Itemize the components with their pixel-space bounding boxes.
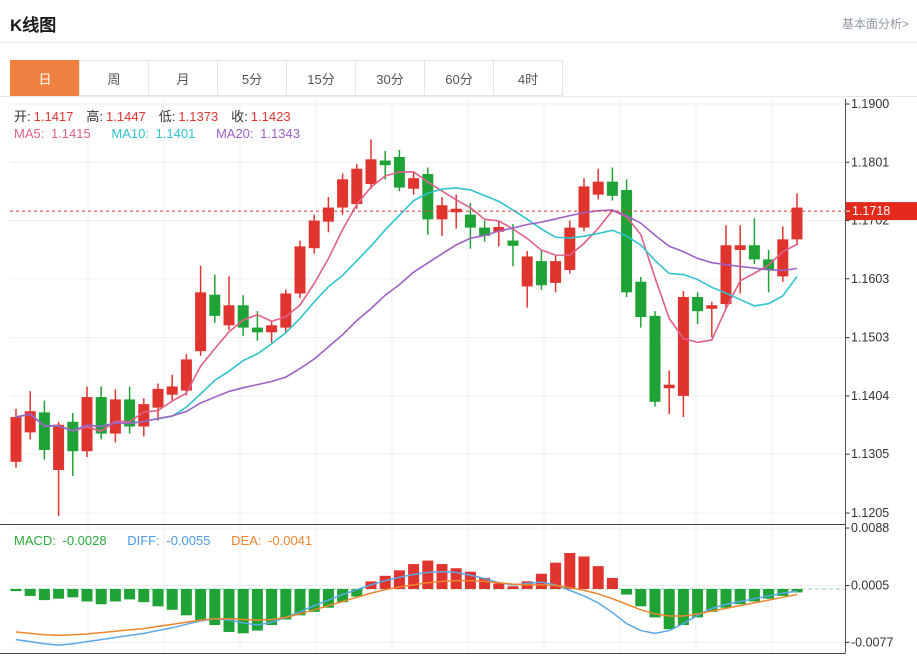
candle-body <box>408 178 419 189</box>
macd-bar <box>224 589 235 632</box>
macd-bar <box>39 589 50 600</box>
tab-5分[interactable]: 5分 <box>217 60 287 96</box>
macd-bar <box>195 589 206 620</box>
macd-tick-label: -0.0077 <box>851 635 893 649</box>
candle-body <box>53 425 64 470</box>
candle-body <box>465 215 476 228</box>
candle-body <box>621 190 632 292</box>
macd-bar <box>493 583 504 589</box>
macd-bar <box>564 553 575 589</box>
price-tick-label: 1.1603 <box>851 272 889 286</box>
macd-bar <box>110 589 121 601</box>
macd-bar <box>621 589 632 595</box>
candle-body <box>167 386 178 394</box>
macd-bar <box>181 589 192 615</box>
candle-body <box>593 182 604 195</box>
chart-area[interactable]: 1.19001.18011.17021.16031.15031.14041.13… <box>0 97 917 657</box>
candle-body <box>706 305 717 309</box>
macd-bar <box>124 589 135 599</box>
macd-bar <box>67 589 78 597</box>
candle-body <box>224 305 235 325</box>
macd-bar <box>96 589 107 604</box>
page-title: K线图 <box>10 11 56 36</box>
price-tick-label: 1.1305 <box>851 447 889 461</box>
macd-bar <box>53 589 64 599</box>
macd-tick-label: 0.0005 <box>851 579 889 593</box>
candle-body <box>422 174 433 219</box>
macd-bar <box>607 578 618 589</box>
widget-header: K线图 基本面分析> <box>0 0 917 43</box>
tab-4时[interactable]: 4时 <box>493 60 563 96</box>
candle-body <box>451 209 462 213</box>
candle-body <box>607 182 618 196</box>
candle-body <box>650 316 661 402</box>
candle-body <box>337 179 348 207</box>
candle-body <box>536 261 547 285</box>
price-tick-label: 1.1205 <box>851 506 889 520</box>
candle-body <box>678 297 689 396</box>
macd-bar <box>238 589 249 633</box>
candle-body <box>692 297 703 311</box>
candle-body <box>437 205 448 219</box>
macd-bar <box>664 589 675 629</box>
macd-bar <box>167 589 178 610</box>
price-tick-label: 1.1801 <box>851 155 889 169</box>
candle-body <box>792 208 803 240</box>
candle-body <box>67 422 78 451</box>
tab-月[interactable]: 月 <box>148 60 218 96</box>
macd-bar <box>508 586 519 589</box>
macd-bar <box>579 556 590 589</box>
macd-bar <box>25 589 36 596</box>
macd-bar <box>635 589 646 606</box>
tab-周[interactable]: 周 <box>79 60 149 96</box>
candle-body <box>735 245 746 250</box>
kline-widget: K线图 基本面分析> 日周月5分15分30分60分4时 1.1900 1.1801… <box>0 0 917 657</box>
candle-body <box>266 325 277 332</box>
candle-body <box>522 256 533 286</box>
timeframe-tabs: 日周月5分15分30分60分4时 <box>0 60 917 97</box>
candle-body <box>252 328 263 333</box>
kline-chart-svg[interactable]: 1.19001.18011.17021.16031.15031.14041.13… <box>0 97 917 657</box>
candle-body <box>280 293 291 327</box>
candle-body <box>550 261 561 283</box>
candle-body <box>508 241 519 246</box>
candle-body <box>295 246 306 293</box>
macd-bar <box>280 589 291 619</box>
macd-bar <box>138 589 149 602</box>
candle-body <box>82 397 93 451</box>
current-price-label: 1.1718 <box>852 204 890 218</box>
tab-60分[interactable]: 60分 <box>424 60 494 96</box>
candle-body <box>366 159 377 184</box>
candle-body <box>635 282 646 317</box>
tab-30分[interactable]: 30分 <box>355 60 425 96</box>
candle-body <box>11 417 22 462</box>
macd-bar <box>451 568 462 589</box>
candle-body <box>579 186 590 227</box>
candle-body <box>309 221 320 249</box>
candle-body <box>153 389 164 408</box>
candle-body <box>380 160 391 165</box>
macd-bar <box>82 589 93 601</box>
candle-body <box>110 399 121 433</box>
tab-15分[interactable]: 15分 <box>286 60 356 96</box>
candle-body <box>749 245 760 259</box>
macd-bar <box>422 561 433 589</box>
macd-bar <box>153 589 164 606</box>
macd-bar <box>678 589 689 625</box>
macd-bar <box>11 589 22 591</box>
candle-body <box>209 295 220 316</box>
macd-bar <box>437 564 448 589</box>
price-tick-label: 1.1900 <box>851 97 889 111</box>
candle-body <box>195 292 206 351</box>
candle-body <box>39 412 50 450</box>
candle-body <box>664 385 675 389</box>
macd-bar <box>593 566 604 589</box>
tab-日[interactable]: 日 <box>10 60 80 96</box>
price-tick-label: 1.1404 <box>851 389 889 403</box>
price-tick-label: 1.1503 <box>851 331 889 345</box>
fundamental-analysis-link[interactable]: 基本面分析> <box>842 15 909 32</box>
candle-body <box>564 228 575 270</box>
macd-tick-label: 0.0088 <box>851 521 889 535</box>
candle-body <box>323 208 334 222</box>
